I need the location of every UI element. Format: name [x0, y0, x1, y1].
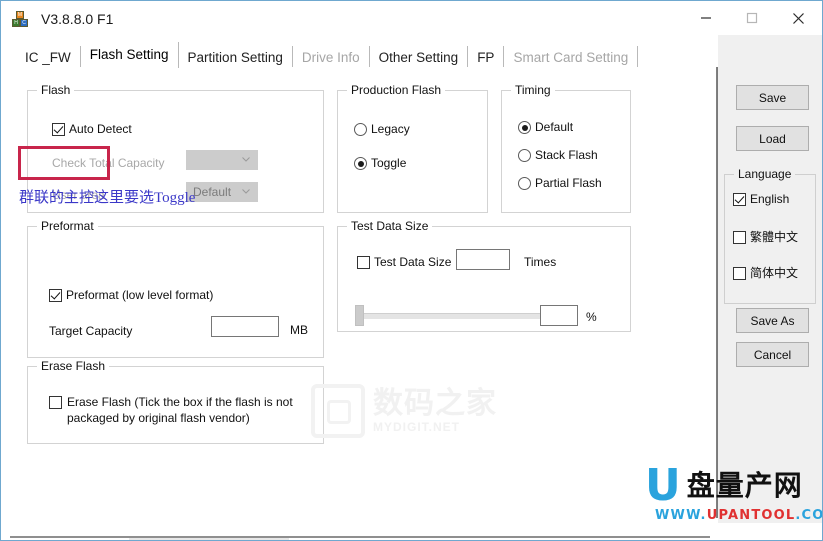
erase-flash-label-line2: packaged by original flash vendor) [67, 411, 250, 425]
timing-partial-flash-label: Partial Flash [535, 176, 602, 190]
tab-flash-setting[interactable]: Flash Setting [80, 42, 179, 68]
check-total-capacity-label: Check Total Capacity [52, 156, 165, 170]
language-simplified-chinese-label: 简体中文 [750, 266, 799, 280]
legacy-label: Legacy [371, 122, 410, 136]
language-simplified-chinese-checkbox[interactable] [733, 267, 746, 280]
language-traditional-chinese-checkbox[interactable] [733, 231, 746, 244]
chevron-down-icon [242, 157, 250, 162]
save-as-button[interactable]: Save As [736, 308, 809, 333]
auto-detect-label: Auto Detect [69, 122, 132, 136]
language-group: Language English 繁體中文 简体中文 [724, 167, 816, 304]
test-data-size-group-label: Test Data Size [347, 219, 433, 233]
user-area-combobox: Default [186, 182, 258, 202]
timing-stack-flash-row[interactable]: Stack Flash [518, 149, 598, 162]
minimize-button[interactable] [683, 2, 729, 34]
mydigit-watermark-cn: 数码之家 [373, 386, 497, 421]
erase-flash-checkbox[interactable] [49, 396, 62, 409]
target-capacity-label: Target Capacity [49, 324, 133, 338]
percent-unit-row: % [586, 311, 597, 324]
test-data-size-group: Test Data Size Test Data Size Times % [337, 219, 631, 332]
target-capacity-input[interactable] [211, 316, 279, 337]
language-simplified-chinese-row[interactable]: 简体中文 [733, 267, 798, 280]
cancel-button[interactable]: Cancel [736, 342, 809, 367]
test-times-input[interactable] [456, 249, 510, 270]
check-total-capacity-label-row: Check Total Capacity [52, 157, 165, 170]
load-button[interactable]: Load [736, 126, 809, 151]
timing-stack-flash-radio[interactable] [518, 149, 531, 162]
language-group-label: Language [734, 167, 796, 181]
production-flash-toggle-row[interactable]: Toggle [354, 157, 406, 170]
minimize-icon [701, 17, 711, 19]
test-data-size-checkbox-row[interactable]: Test Data Size [357, 256, 451, 269]
toggle-radio[interactable] [354, 157, 367, 170]
language-traditional-chinese-label: 繁體中文 [750, 230, 799, 244]
auto-detect-checkbox-row[interactable]: Auto Detect [52, 123, 132, 136]
production-flash-legacy-row[interactable]: Legacy [354, 123, 410, 136]
test-data-size-checkbox[interactable] [357, 256, 370, 269]
toggle-label: Toggle [371, 156, 407, 170]
timing-partial-flash-row[interactable]: Partial Flash [518, 177, 602, 190]
annotation-text: 群联的主控这里要选Toggle [19, 190, 196, 206]
close-button[interactable] [775, 2, 821, 34]
test-data-size-slider-track[interactable] [357, 313, 547, 319]
window-controls [683, 2, 821, 34]
auto-detect-checkbox[interactable] [52, 123, 65, 136]
target-capacity-unit: MB [290, 323, 308, 337]
erase-flash-group: Erase Flash Erase Flash (Tick the box if… [27, 359, 324, 444]
preformat-checkbox-row[interactable]: Preformat (low level format) [49, 289, 213, 302]
mydigit-watermark: 数码之家 MYDIGIT.NET [311, 379, 521, 443]
bottom-strip [2, 523, 822, 540]
language-english-checkbox[interactable] [733, 193, 746, 206]
tab-strip: IC _FW Flash Setting Partition Setting D… [2, 35, 822, 70]
preformat-group: Preformat Preformat (low level format) T… [27, 219, 324, 358]
mydigit-watermark-en: MYDIGIT.NET [373, 420, 461, 434]
window-title: V3.8.8.0 F1 [41, 10, 114, 27]
preformat-group-label: Preformat [37, 219, 98, 233]
test-data-size-label: Test Data Size [374, 255, 452, 269]
times-unit-label: Times [524, 255, 557, 269]
target-capacity-label-row: Target Capacity [49, 325, 132, 338]
title-bar: M H C V3.8.8.0 F1 [2, 2, 822, 35]
times-unit-row: Times [524, 256, 556, 269]
flash-group-label: Flash [37, 83, 75, 97]
percent-unit-label: % [586, 310, 597, 324]
erase-flash-checkbox-row[interactable]: Erase Flash (Tick the box if the flash i… [49, 394, 293, 426]
chevron-down-icon [242, 189, 250, 194]
test-percent-input[interactable] [540, 305, 578, 326]
timing-stack-flash-label: Stack Flash [535, 148, 598, 162]
production-flash-group-label: Production Flash [347, 83, 446, 97]
close-icon [792, 12, 804, 24]
maximize-button[interactable] [729, 2, 775, 34]
maximize-icon [746, 12, 758, 24]
legacy-radio[interactable] [354, 123, 367, 136]
target-capacity-unit-row: MB [290, 324, 308, 337]
app-blocks-icon: M H C [11, 10, 29, 28]
test-data-size-slider-thumb[interactable] [355, 305, 364, 326]
save-button[interactable]: Save [736, 85, 809, 110]
bottom-divider [10, 536, 710, 538]
timing-default-radio[interactable] [518, 121, 531, 134]
side-panel: Save Load Language English 繁體中文 简体中文 Sav… [718, 35, 822, 540]
flash-setting-panel: Flash Auto Detect Check Total Capacity U… [9, 67, 717, 518]
check-total-capacity-combobox [186, 150, 258, 170]
timing-group: Timing Default Stack Flash Partial Flash [501, 83, 631, 213]
erase-flash-label-line1: Erase Flash (Tick the box if the flash i… [67, 395, 293, 409]
timing-default-row[interactable]: Default [518, 121, 573, 134]
user-area-value: Default [193, 185, 232, 199]
language-english-label: English [750, 192, 790, 206]
preformat-checkbox[interactable] [49, 289, 62, 302]
erase-flash-group-label: Erase Flash [37, 359, 110, 373]
language-traditional-chinese-row[interactable]: 繁體中文 [733, 231, 798, 244]
production-flash-group: Production Flash Legacy Toggle [337, 83, 488, 213]
timing-group-label: Timing [511, 83, 555, 97]
preformat-label: Preformat (low level format) [66, 288, 214, 302]
timing-partial-flash-radio[interactable] [518, 177, 531, 190]
language-english-row[interactable]: English [733, 193, 789, 206]
timing-default-label: Default [535, 120, 574, 134]
application-window: M H C V3.8.8.0 F1 IC _FW Flash Setting P… [0, 0, 823, 541]
